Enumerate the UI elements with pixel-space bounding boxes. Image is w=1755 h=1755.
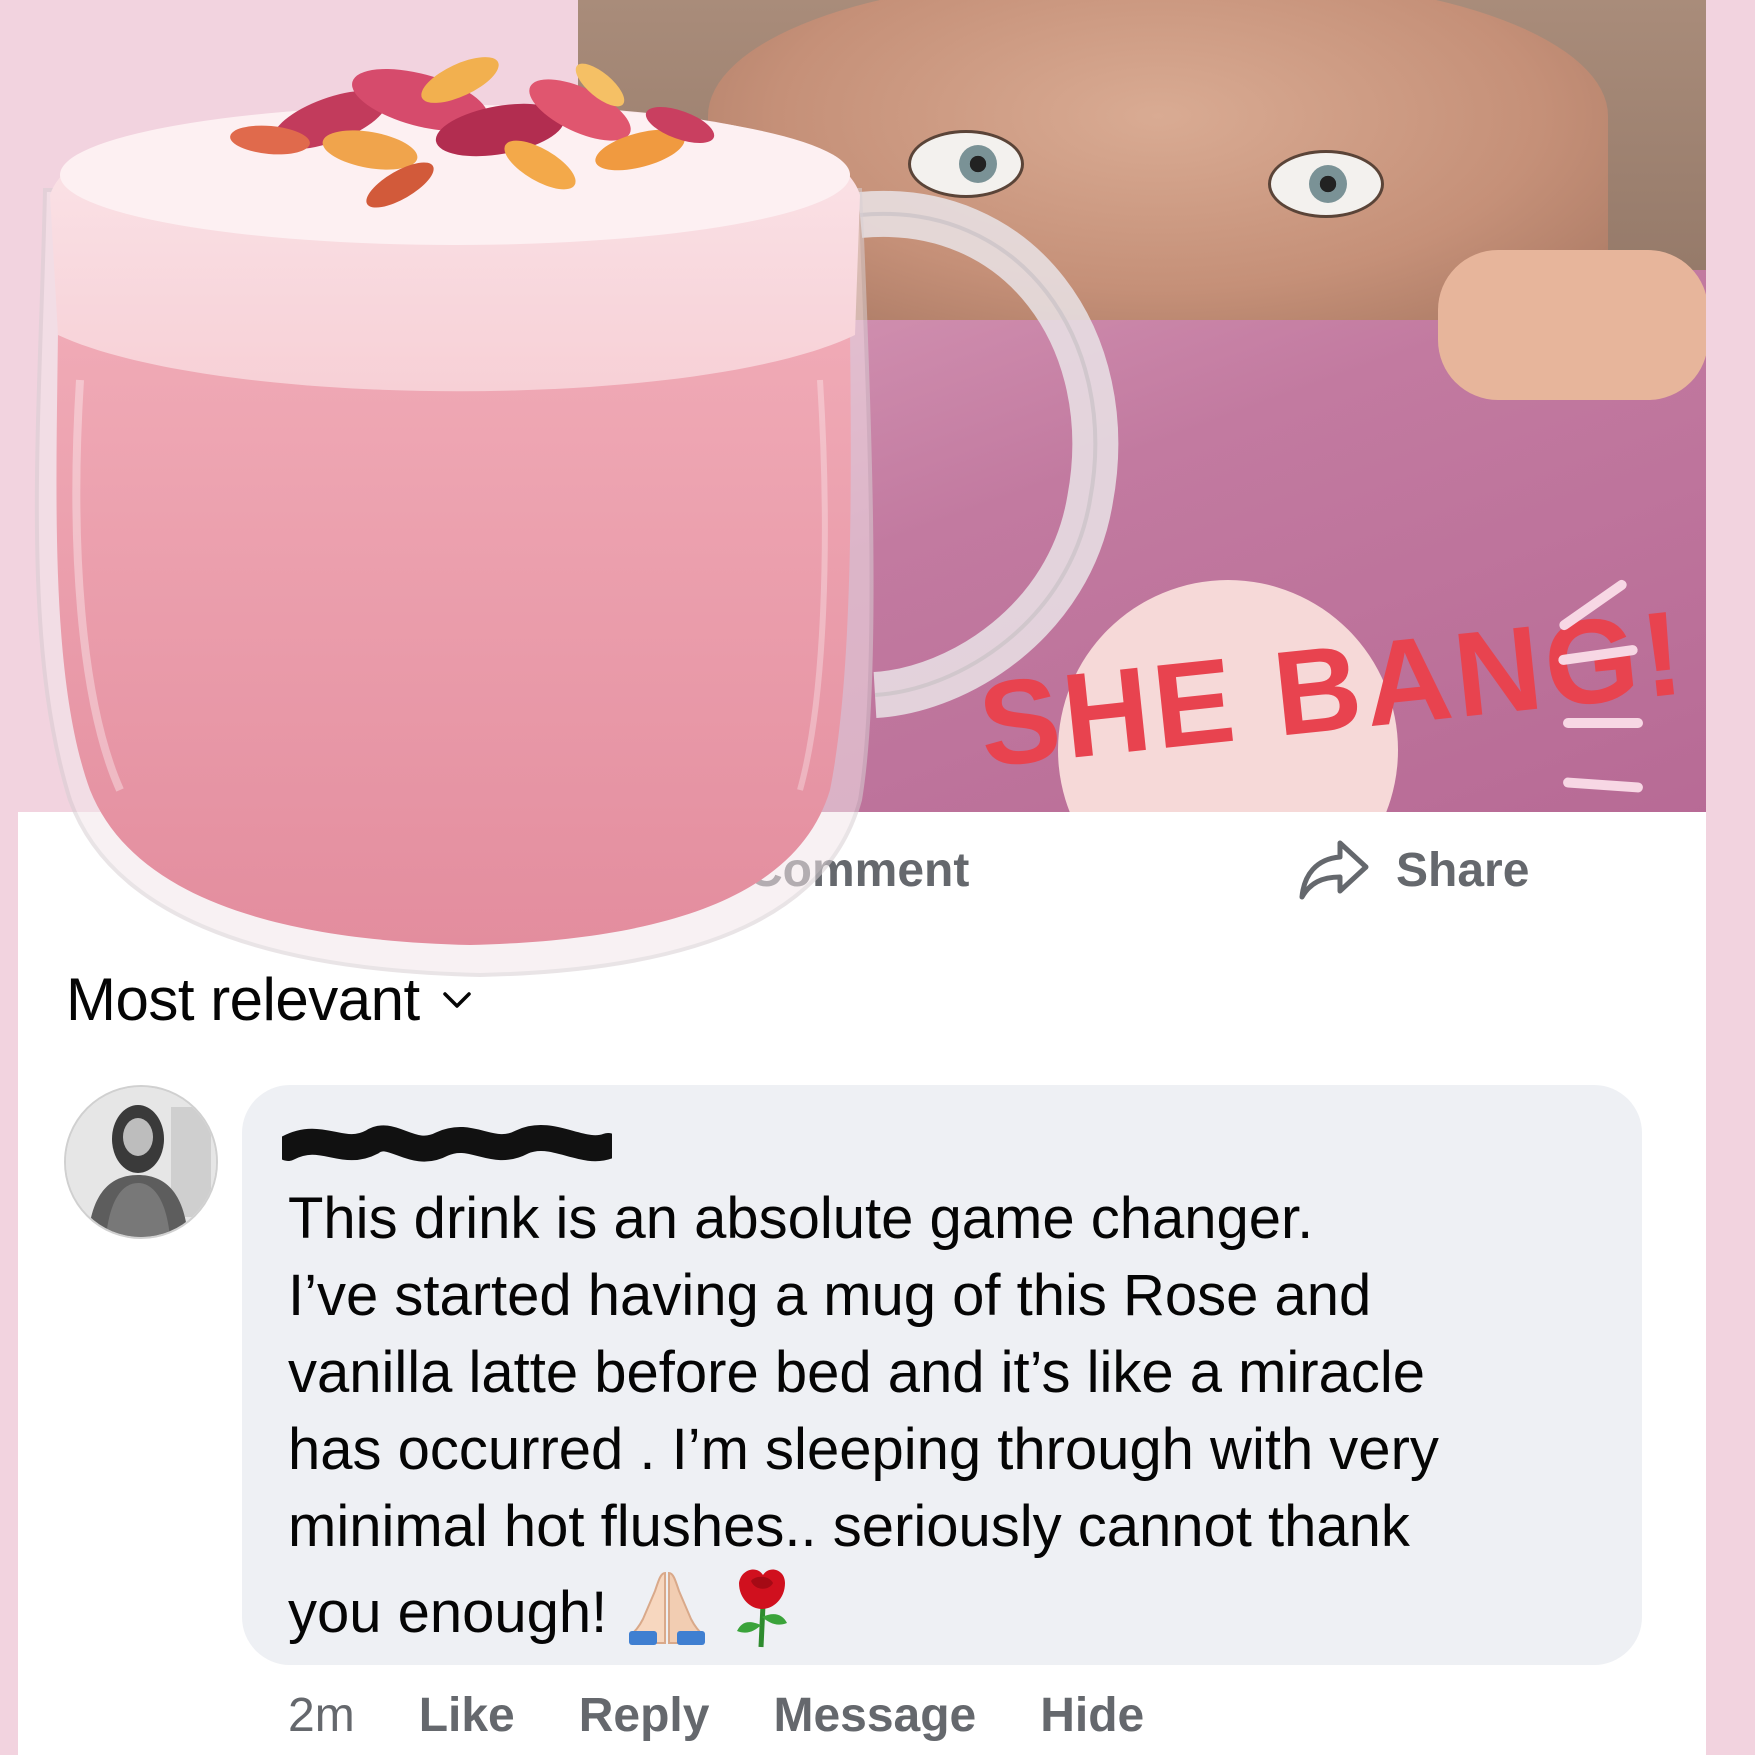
comment-line: minimal hot flushes.. seriously cannot t… — [288, 1494, 1410, 1559]
comment-line: I’ve started having a mug of this Rose a… — [288, 1263, 1372, 1328]
comment-line: This drink is an absolute game changer. — [288, 1186, 1314, 1251]
like-button[interactable]: Like — [419, 1688, 515, 1743]
bag-decoration — [1563, 718, 1643, 728]
comment-line: vanilla latte before bed and it’s like a… — [288, 1340, 1426, 1405]
message-button[interactable]: Message — [773, 1688, 976, 1743]
share-label: Share — [1396, 843, 1530, 897]
share-icon — [1299, 840, 1369, 900]
avatar[interactable] — [64, 1085, 218, 1239]
latte-mug-image — [34, 57, 1119, 978]
comment-time: 2m — [288, 1689, 355, 1742]
rose-icon — [727, 1565, 797, 1668]
reply-button[interactable]: Reply — [579, 1688, 710, 1743]
right-eye — [1268, 150, 1384, 218]
comment-meta: 2m Like Reply Message Hide — [288, 1688, 1144, 1743]
comment-line: has occurred . I’m sleeping through with… — [288, 1417, 1439, 1482]
profile-photo — [66, 1087, 216, 1237]
redacted-author-name — [282, 1125, 612, 1162]
folded-hands-icon — [625, 1569, 709, 1664]
hide-button[interactable]: Hide — [1040, 1688, 1144, 1743]
comment-last-line: you enough! — [288, 1565, 1628, 1668]
comment-text: This drink is an absolute game changer. … — [288, 1180, 1628, 1668]
comment-line: you enough! — [288, 1579, 608, 1645]
hand — [1438, 250, 1706, 400]
share-button[interactable]: Share — [1296, 840, 1530, 900]
